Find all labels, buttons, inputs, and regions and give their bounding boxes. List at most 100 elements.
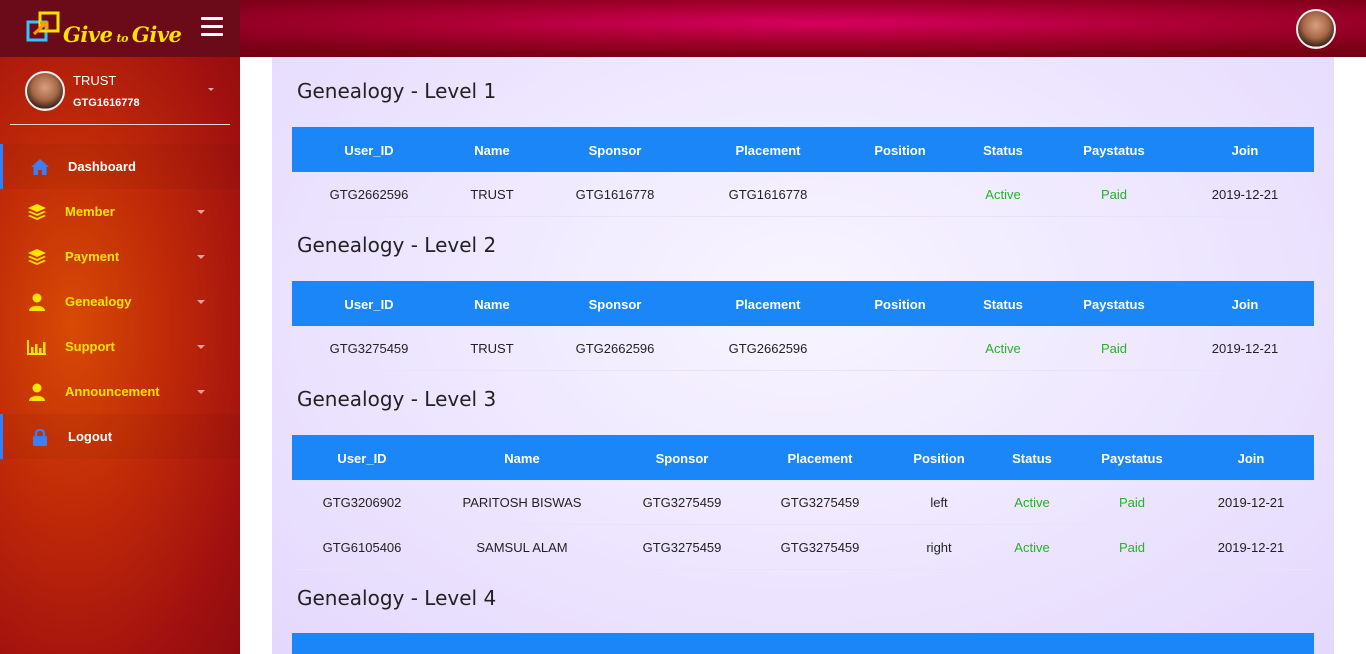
user-id-link[interactable]: GTG3275459	[330, 341, 409, 356]
user-id-link[interactable]: GTG2662596	[330, 187, 409, 202]
name-cell: PARITOSH BISWAS	[462, 495, 582, 510]
col-join: Join	[1231, 297, 1259, 312]
col-name: Name	[474, 143, 510, 158]
sidebar-item-label: Member	[65, 204, 115, 219]
user-icon	[27, 292, 47, 312]
logo-word-3: Give	[131, 22, 182, 47]
placement-cell: GTG3275459	[780, 540, 860, 555]
sponsor-cell: GTG2662596	[575, 341, 655, 356]
col-placement: Placement	[735, 143, 801, 158]
col-status: Status	[983, 297, 1023, 312]
hamburger-menu-icon[interactable]	[201, 17, 223, 37]
paystatus-cell: Paid	[1100, 341, 1128, 356]
col-sponsor: Sponsor	[588, 143, 642, 158]
col-position: Position	[913, 451, 965, 466]
table-header: User_ID Name Sponsor Placement Position …	[292, 127, 1314, 172]
paystatus-cell: Paid	[1118, 540, 1146, 555]
sidebar-item-label: Support	[65, 339, 115, 354]
level-title: Genealogy - Level 1	[297, 79, 497, 103]
table-row: GTG3206902 PARITOSH BISWAS GTG3275459 GT…	[292, 480, 1314, 525]
chevron-down-icon[interactable]	[208, 88, 214, 91]
position-cell: left	[930, 495, 948, 510]
name-cell: TRUST	[470, 341, 514, 356]
col-user-id: User_ID	[337, 451, 387, 466]
chevron-down-icon	[197, 209, 205, 214]
level-title: Genealogy - Level 4	[297, 586, 497, 610]
sidebar-item-dashboard[interactable]: Dashboard	[0, 144, 240, 189]
sidebar-item-label: Dashboard	[68, 159, 136, 174]
level-title: Genealogy - Level 3	[297, 387, 497, 411]
sidebar-item-support[interactable]: Support	[0, 324, 240, 369]
lock-icon	[30, 427, 50, 447]
chevron-down-icon	[197, 254, 205, 259]
join-cell: 2019-12-21	[1217, 540, 1285, 555]
sidebar-item-member[interactable]: Member	[0, 189, 240, 234]
col-status: Status	[1012, 451, 1052, 466]
col-position: Position	[874, 297, 926, 312]
col-placement: Placement	[735, 297, 801, 312]
top-navbar: Give to Give	[0, 0, 1366, 57]
sponsor-cell: GTG3275459	[642, 540, 722, 555]
user-icon	[27, 382, 47, 402]
name-cell: SAMSUL ALAM	[476, 540, 568, 555]
col-user-id: User_ID	[344, 297, 394, 312]
sidebar-menu: Dashboard Member Payment Genealogy Suppo…	[0, 144, 240, 459]
name-cell: TRUST	[470, 187, 514, 202]
col-sponsor: Sponsor	[655, 451, 709, 466]
position-cell: right	[926, 540, 952, 555]
col-status: Status	[983, 143, 1023, 158]
sponsor-cell: GTG1616778	[575, 187, 655, 202]
user-id-link[interactable]: GTG6105406	[323, 540, 402, 555]
col-user-id: User_ID	[344, 143, 394, 158]
chevron-down-icon	[197, 389, 205, 394]
col-name: Name	[474, 297, 510, 312]
sidebar-item-announcement[interactable]: Announcement	[0, 369, 240, 414]
genealogy-table: User_ID Name Sponsor Placement Position …	[292, 127, 1314, 217]
col-position: Position	[874, 143, 926, 158]
layers-icon	[27, 202, 47, 222]
user-avatar[interactable]	[1296, 9, 1336, 49]
sidebar: TRUST GTG1616778 Dashboard Member Paymen…	[0, 57, 240, 654]
table-header	[292, 633, 1314, 654]
status-cell: Active	[1014, 495, 1050, 510]
user-id-link[interactable]: GTG3206902	[323, 495, 402, 510]
logo-word-1: Give	[63, 22, 113, 47]
col-paystatus: Paystatus	[1101, 451, 1163, 466]
placement-cell: GTG2662596	[728, 341, 808, 356]
table-header: User_ID Name Sponsor Placement Position …	[292, 435, 1314, 480]
logo-text[interactable]: Give to Give	[63, 22, 182, 47]
sidebar-item-label: Logout	[68, 429, 113, 444]
genealogy-table: User_ID Name Sponsor Placement Position …	[292, 281, 1314, 371]
status-cell: Active	[1014, 540, 1050, 555]
bar-chart-icon	[27, 337, 47, 357]
table-header: User_ID Name Sponsor Placement Position …	[292, 281, 1314, 326]
level-title: Genealogy - Level 2	[297, 233, 497, 257]
sidebar-item-label: Announcement	[65, 384, 160, 399]
profile-name: TRUST	[73, 73, 117, 88]
sidebar-item-genealogy[interactable]: Genealogy	[0, 279, 240, 324]
col-paystatus: Paystatus	[1083, 297, 1145, 312]
col-join: Join	[1231, 143, 1259, 158]
home-icon	[30, 157, 50, 177]
profile-id: GTG1616778	[73, 97, 140, 109]
chevron-down-icon	[197, 344, 205, 349]
sidebar-item-payment[interactable]: Payment	[0, 234, 240, 279]
col-placement: Placement	[787, 451, 853, 466]
logo-word-2: to	[116, 32, 128, 45]
chevron-down-icon	[197, 299, 205, 304]
placement-cell: GTG3275459	[780, 495, 860, 510]
join-cell: 2019-12-21	[1217, 495, 1285, 510]
genealogy-table	[292, 633, 1314, 654]
logo-area: Give to Give	[0, 0, 240, 57]
sidebar-profile[interactable]: TRUST GTG1616778	[10, 57, 230, 125]
sidebar-item-logout[interactable]: Logout	[0, 414, 240, 459]
paystatus-cell: Paid	[1100, 187, 1128, 202]
table-row: GTG6105406 SAMSUL ALAM GTG3275459 GTG327…	[292, 525, 1314, 570]
join-cell: 2019-12-21	[1211, 341, 1279, 356]
table-row: GTG2662596 TRUST GTG1616778 GTG1616778 A…	[292, 172, 1314, 217]
join-cell: 2019-12-21	[1211, 187, 1279, 202]
sidebar-item-label: Payment	[65, 249, 120, 264]
sidebar-item-label: Genealogy	[65, 294, 132, 309]
layers-icon	[27, 247, 47, 267]
col-paystatus: Paystatus	[1083, 143, 1145, 158]
